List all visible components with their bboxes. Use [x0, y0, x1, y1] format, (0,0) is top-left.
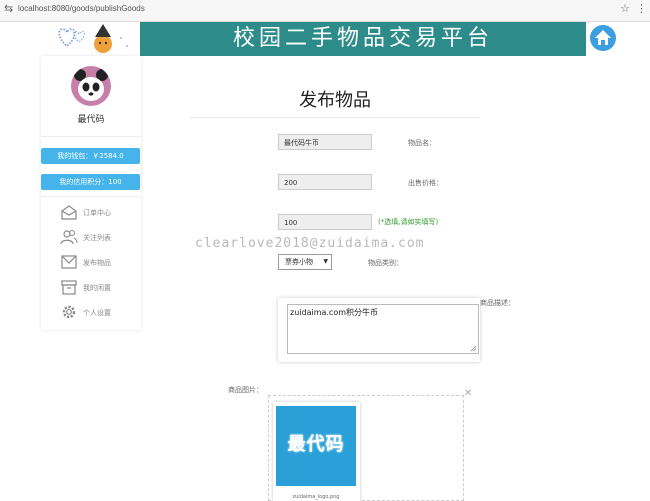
resize-handle-icon[interactable]: [470, 345, 477, 352]
optional-hint: (*选填,请如实填写): [378, 218, 439, 226]
address-url[interactable]: localhost:8080/goods/publishGoods: [18, 4, 145, 13]
sidebar-item-publish[interactable]: 发布物品: [60, 253, 140, 271]
category-label: 物品类别：: [368, 259, 403, 267]
close-icon[interactable]: ✕: [464, 388, 472, 399]
category-select-value: 票券小物: [285, 258, 313, 266]
banner-decoration: [55, 22, 140, 56]
price-label: 出售价格：: [408, 179, 443, 187]
preview-logo-text: 最代码: [287, 434, 345, 455]
sidebar-item-idle[interactable]: 我的闲置: [60, 278, 140, 296]
sidebar-divider: [41, 136, 141, 137]
site-banner: 校园二手物品交易平台: [140, 22, 586, 56]
price-input[interactable]: 200: [278, 174, 372, 190]
image-filename: zuidaima_logo.png: [292, 494, 340, 500]
sidebar-item-label: 个人设置: [83, 309, 111, 317]
image-preview: 最代码: [276, 406, 356, 486]
star-icon[interactable]: ☆: [620, 2, 630, 15]
browser-address-bar: ⇆ localhost:8080/goods/publishGoods ☆ ⋮: [0, 0, 650, 22]
avatar[interactable]: [71, 66, 111, 106]
sidebar-item-label: 我的闲置: [83, 284, 111, 292]
title-divider: [190, 117, 480, 118]
category-select[interactable]: 票券小物 ▼: [278, 254, 332, 270]
more-icon[interactable]: ⋮: [636, 2, 647, 15]
sidebar-item-following[interactable]: 关注列表: [60, 228, 140, 246]
envelope-open-icon: [61, 205, 77, 220]
chevron-down-icon: ▼: [323, 258, 328, 265]
original-price-input[interactable]: 100: [278, 214, 372, 230]
sidebar-item-orders[interactable]: 订单中心: [60, 203, 140, 221]
gear-icon: [62, 305, 76, 319]
image-label: 商品图片：: [228, 386, 263, 394]
description-text: zuidaima.com积分牛币: [290, 308, 379, 317]
page-title: 发布物品: [299, 90, 371, 111]
watermark: clearlove2018@zuidaima.com: [195, 236, 425, 251]
home-button[interactable]: [590, 25, 616, 51]
description-label: 商品描述：: [480, 299, 515, 307]
mail-icon: [61, 255, 77, 269]
sidebar-item-label: 发布物品: [83, 259, 111, 267]
item-name-label: 物品名：: [408, 139, 436, 147]
sidebar-item-settings[interactable]: 个人设置: [60, 303, 140, 321]
archive-box-icon: [61, 280, 77, 295]
description-textarea[interactable]: zuidaima.com积分牛币: [287, 304, 479, 354]
wallet-button[interactable]: 我的钱包：￥2584.0: [41, 148, 140, 164]
sidebar-item-label: 订单中心: [83, 209, 111, 217]
heart-witch-decoration: [58, 24, 128, 53]
item-name-input[interactable]: 最代码牛币: [278, 134, 372, 150]
users-icon: [60, 230, 78, 245]
site-info-icon[interactable]: ⇆: [4, 2, 13, 15]
sidebar-item-label: 关注列表: [83, 234, 111, 242]
credit-button[interactable]: 我的信用积分：100: [41, 174, 140, 190]
sidebar-divider: [41, 196, 141, 197]
panda-avatar-icon: [74, 69, 108, 101]
home-icon: [595, 30, 611, 45]
username: 最代码: [77, 115, 105, 125]
site-title: 校园二手物品交易平台: [232, 26, 493, 51]
